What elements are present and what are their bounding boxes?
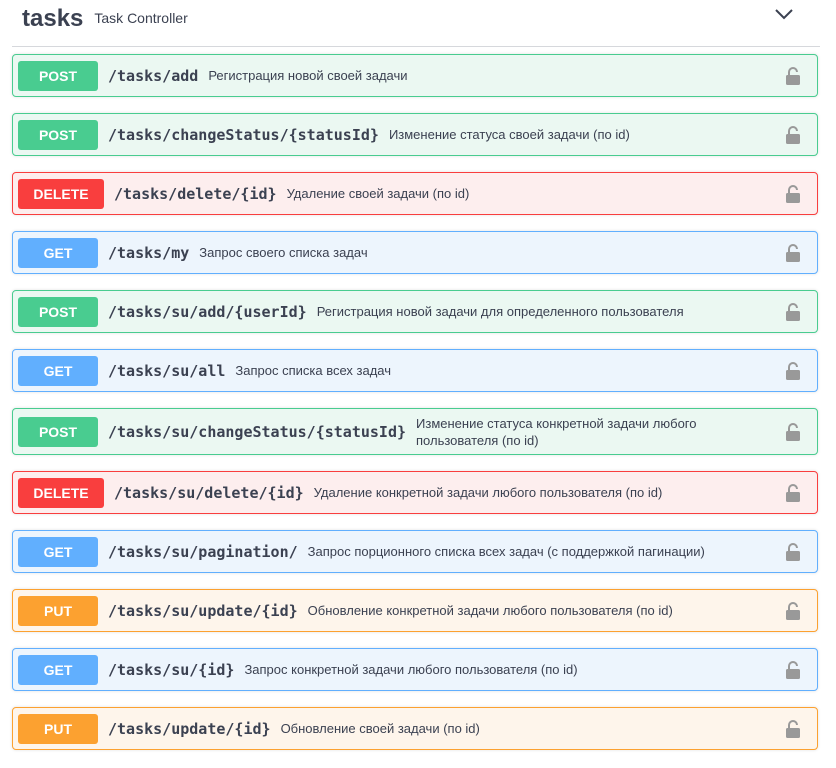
method-badge: DELETE xyxy=(18,178,104,209)
method-badge: GET xyxy=(18,237,98,268)
operation-path: /tasks/my xyxy=(108,243,190,262)
operation-path: /tasks/add xyxy=(108,66,199,85)
operation-summary: Удаление конкретной задачи любого пользо… xyxy=(313,485,663,500)
unlock-icon[interactable] xyxy=(785,660,801,680)
operation-summary: Запрос порционного списка всех задач (с … xyxy=(307,544,705,559)
tag-header[interactable]: tasks Task Controller xyxy=(12,0,820,47)
method-badge: PUT xyxy=(18,595,98,626)
method-badge: DELETE xyxy=(18,477,104,508)
operation-block[interactable]: GET /tasks/su/all Запрос списка всех зад… xyxy=(12,349,818,392)
operation-path: /tasks/su/update/{id} xyxy=(108,601,298,620)
operation-block[interactable]: POST /tasks/su/add/{userId} Регистрация … xyxy=(12,290,818,333)
unlock-icon[interactable] xyxy=(785,184,801,204)
operation-path: /tasks/update/{id} xyxy=(108,719,271,738)
operation-summary: Регистрация новой своей задачи xyxy=(208,68,408,83)
operation-path: /tasks/su/{id} xyxy=(108,660,235,679)
operation-path: /tasks/su/delete/{id} xyxy=(114,483,304,502)
operation-block[interactable]: GET /tasks/su/pagination/ Запрос порцион… xyxy=(12,530,818,573)
operation-summary: Обновление своей задачи (по id) xyxy=(280,721,480,736)
unlock-icon[interactable] xyxy=(785,542,801,562)
unlock-icon[interactable] xyxy=(785,243,801,263)
operation-path: /tasks/su/changeStatus/{statusId} xyxy=(108,422,407,441)
operation-summary: Запрос конкретной задачи любого пользова… xyxy=(244,662,578,677)
unlock-icon[interactable] xyxy=(785,719,801,739)
operation-block[interactable]: POST /tasks/add Регистрация новой своей … xyxy=(12,54,818,97)
method-badge: POST xyxy=(18,296,98,327)
method-badge: PUT xyxy=(18,713,98,744)
method-badge: POST xyxy=(18,60,98,91)
method-badge: GET xyxy=(18,654,98,685)
unlock-icon[interactable] xyxy=(785,422,801,442)
chevron-down-icon[interactable] xyxy=(774,7,794,21)
operation-block[interactable]: DELETE /tasks/su/delete/{id} Удаление ко… xyxy=(12,471,818,514)
operation-block[interactable]: DELETE /tasks/delete/{id} Удаление своей… xyxy=(12,172,818,215)
method-badge: POST xyxy=(18,119,98,150)
unlock-icon[interactable] xyxy=(785,601,801,621)
unlock-icon[interactable] xyxy=(785,361,801,381)
operation-summary: Обновление конкретной задачи любого поль… xyxy=(307,603,673,618)
unlock-icon[interactable] xyxy=(785,302,801,322)
operation-block[interactable]: GET /tasks/su/{id} Запрос конкретной зад… xyxy=(12,648,818,691)
operation-summary: Запрос своего списка задач xyxy=(199,245,368,260)
operation-summary: Регистрация новой задачи для определенно… xyxy=(316,304,684,319)
operation-summary: Изменение статуса своей задачи (по id) xyxy=(388,127,630,142)
tag-name: tasks xyxy=(22,5,84,32)
operation-block[interactable]: GET /tasks/my Запрос своего списка задач xyxy=(12,231,818,274)
tag-description: Task Controller xyxy=(94,10,188,26)
operation-summary: Запрос списка всех задач xyxy=(235,363,392,378)
operation-summary: Удаление своей задачи (по id) xyxy=(286,186,470,201)
operation-path: /tasks/delete/{id} xyxy=(114,184,277,203)
operation-block[interactable]: POST /tasks/su/changeStatus/{statusId} И… xyxy=(12,408,818,455)
unlock-icon[interactable] xyxy=(785,483,801,503)
method-badge: POST xyxy=(18,416,98,447)
unlock-icon[interactable] xyxy=(785,66,801,86)
operation-block[interactable]: PUT /tasks/update/{id} Обновление своей … xyxy=(12,707,818,750)
method-badge: GET xyxy=(18,355,98,386)
operation-block[interactable]: PUT /tasks/su/update/{id} Обновление кон… xyxy=(12,589,818,632)
method-badge: GET xyxy=(18,536,98,567)
operation-path: /tasks/su/pagination/ xyxy=(108,542,298,561)
unlock-icon[interactable] xyxy=(785,125,801,145)
operation-path: /tasks/su/add/{userId} xyxy=(108,302,307,321)
operation-block[interactable]: POST /tasks/changeStatus/{statusId} Изме… xyxy=(12,113,818,156)
operation-summary: Изменение статуса конкретной задачи любо… xyxy=(416,415,697,448)
operation-path: /tasks/su/all xyxy=(108,361,226,380)
operation-path: /tasks/changeStatus/{statusId} xyxy=(108,125,379,144)
